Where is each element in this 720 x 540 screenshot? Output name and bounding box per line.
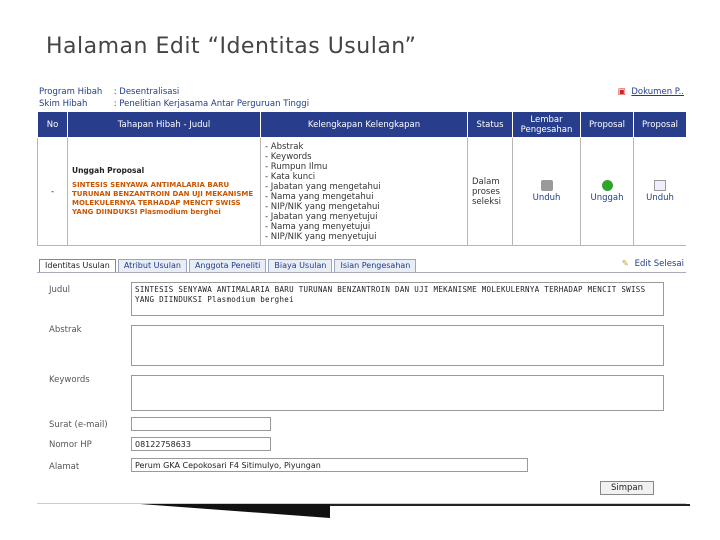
list-item: Jabatan yang menyetujui [265, 212, 463, 222]
decorative-line [330, 504, 690, 506]
list-item: Nama yang mengetahui [265, 192, 463, 202]
judul-label: Judul [49, 285, 71, 295]
row-no: - [37, 137, 68, 246]
list-item: Kata kunci [265, 172, 463, 182]
printer-icon[interactable] [540, 180, 553, 191]
col-no: No [37, 111, 68, 138]
row-stage-title: Unggah Proposal [72, 166, 145, 175]
download-action-label[interactable]: Unduh [646, 193, 674, 203]
row-checklist-cell: Abstrak Keywords Rumpun Ilmu Kata kunci … [260, 137, 468, 246]
pencil-icon: ✎ [621, 259, 629, 269]
keywords-label: Keywords [49, 375, 90, 385]
tab-isian-pengesahan[interactable]: Isian Pengesahan [334, 259, 417, 273]
upload-proposal-action[interactable]: Unggah [580, 137, 634, 246]
edit-identity-panel: Identitas Usulan Atribut Usulan Anggota … [37, 256, 686, 504]
completeness-checklist: Abstrak Keywords Rumpun Ilmu Kata kunci … [265, 142, 463, 242]
tab-bar: Identitas Usulan Atribut Usulan Anggota … [39, 259, 418, 273]
tab-biaya-usulan[interactable]: Biaya Usulan [268, 259, 333, 273]
save-button[interactable]: Simpan [600, 481, 654, 495]
list-item: NIP/NIK yang mengetahui [265, 202, 463, 212]
judul-textarea[interactable]: SINTESIS SENYAWA ANTIMALARIA BARU TURUNA… [131, 282, 664, 316]
list-item: Abstrak [265, 142, 463, 152]
pdf-icon: ▣ [617, 87, 626, 97]
decorative-wedge [140, 504, 330, 518]
phone-label: Nomor HP [49, 440, 92, 450]
tab-divider [37, 272, 686, 273]
abstrak-label: Abstrak [49, 325, 82, 335]
address-input[interactable]: Perum GKA Cepokosari F4 Sitimulyo, Piyun… [131, 458, 528, 472]
phone-input[interactable]: 08122758633 [131, 437, 271, 451]
col-kelengkapan: Kelengkapan Kelengkapan [260, 111, 468, 138]
email-label: Surat (e-mail) [49, 420, 108, 430]
address-label: Alamat [49, 462, 80, 472]
edit-done-label[interactable]: Edit Selesai [635, 259, 684, 269]
tab-atribut-usulan[interactable]: Atribut Usulan [117, 259, 187, 273]
col-lembar: Lembar Pengesahan [512, 111, 581, 138]
proposal-overview-panel: Program Hibah : Desentralisasi Skim Hiba… [37, 84, 686, 246]
col-tahapan: Tahapan Hibah - Judul [67, 111, 261, 138]
row-status: Dalam proses seleksi [467, 137, 513, 246]
skim-label: Skim Hibah [39, 99, 88, 109]
col-proposal-upload: Proposal [580, 111, 634, 138]
document-link[interactable]: ▣ Dokumen P.. [618, 87, 684, 97]
list-item: Keywords [265, 152, 463, 162]
skim-value: : Penelitian Kerjasama Antar Perguruan T… [113, 99, 310, 109]
program-row: Program Hibah : Desentralisasi [39, 87, 179, 97]
upload-icon[interactable] [601, 180, 613, 191]
slide-title: Halaman Edit “Identitas Usulan” [46, 34, 417, 59]
row-proposal-title: SINTESIS SENYAWA ANTIMALARIA BARU TURUNA… [72, 181, 254, 216]
program-value: : Desentralisasi [113, 87, 180, 97]
download-icon[interactable] [654, 180, 666, 191]
edit-done-link[interactable]: ✎ Edit Selesai [622, 259, 684, 269]
col-status: Status [467, 111, 513, 138]
table-header-row: No Tahapan Hibah - Judul Kelengkapan Kel… [37, 111, 686, 138]
col-proposal-download: Proposal [633, 111, 686, 138]
print-legalization-action[interactable]: Unduh [512, 137, 581, 246]
upload-action-label[interactable]: Unggah [591, 193, 624, 203]
tab-anggota-peneliti[interactable]: Anggota Peneliti [188, 259, 267, 273]
proposal-table: No Tahapan Hibah - Judul Kelengkapan Kel… [37, 111, 686, 246]
list-item: Rumpun Ilmu [265, 162, 463, 172]
email-input[interactable] [131, 417, 271, 431]
download-proposal-action[interactable]: Unduh [633, 137, 686, 246]
row-title-cell: Unggah Proposal SINTESIS SENYAWA ANTIMAL… [67, 137, 261, 246]
list-item: Nama yang menyetujui [265, 222, 463, 232]
abstrak-textarea[interactable] [131, 325, 664, 366]
program-label: Program Hibah [39, 87, 103, 97]
skim-row: Skim Hibah : Penelitian Kerjasama Antar … [39, 99, 309, 109]
tab-identitas-usulan[interactable]: Identitas Usulan [39, 259, 116, 273]
list-item: Jabatan yang mengetahui [265, 182, 463, 192]
list-item: NIP/NIK yang menyetujui [265, 232, 463, 242]
print-action-label[interactable]: Unduh [533, 193, 561, 203]
document-link-label[interactable]: Dokumen P.. [631, 87, 684, 97]
keywords-textarea[interactable] [131, 375, 664, 411]
table-row: - Unggah Proposal SINTESIS SENYAWA ANTIM… [37, 137, 686, 246]
